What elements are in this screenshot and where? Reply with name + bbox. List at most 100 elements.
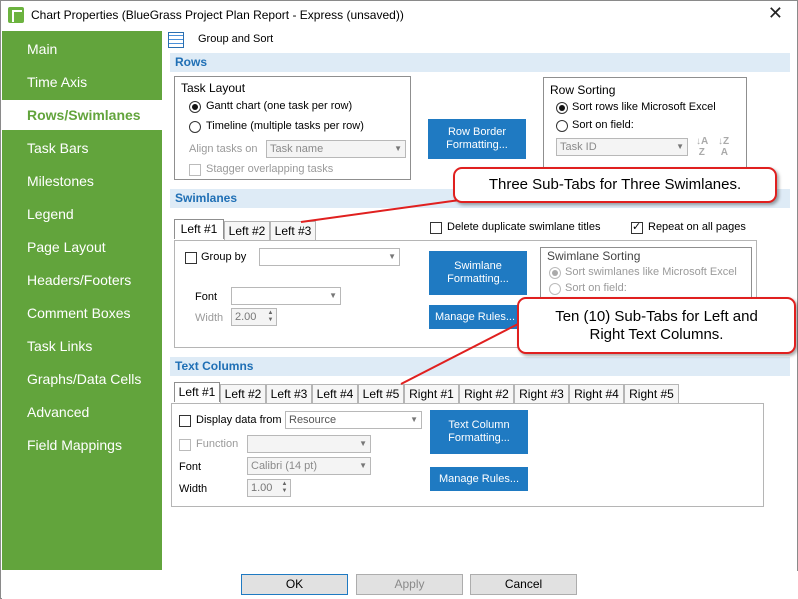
sort-descending-icon[interactable]: ↓Z A	[718, 136, 729, 158]
swimlane-sorting-title: Swimlane Sorting	[547, 249, 641, 263]
text-columns-callout-line2: Right Text Columns.	[589, 325, 724, 343]
tab-text-left-2[interactable]: Left #2	[220, 384, 266, 403]
spinner-arrows-icon[interactable]: ▲ ▼	[266, 310, 275, 324]
sidebar-item-rows-swimlanes[interactable]: Rows/Swimlanes	[2, 100, 162, 130]
sidebar-item-legend[interactable]: Legend	[2, 199, 162, 229]
sort-rows-field-label: Sort on field:	[572, 119, 634, 131]
group-by-checkbox[interactable]	[185, 252, 197, 264]
rows-section-header: Rows	[170, 53, 790, 72]
text-column-formatting-button[interactable]: Text Column Formatting...	[430, 410, 528, 454]
sidebar-item-comment-boxes[interactable]: Comment Boxes	[2, 298, 162, 328]
chevron-down-icon: ▼	[359, 461, 367, 470]
align-tasks-select[interactable]: Task name ▼	[266, 140, 406, 158]
sidebar-item-page-layout[interactable]: Page Layout	[2, 232, 162, 262]
swimlane-manage-rules-label: Manage Rules...	[434, 310, 516, 323]
sidebar-item-time-axis[interactable]: Time Axis	[2, 67, 162, 97]
swimlane-width-spinner[interactable]: 2.00 ▲ ▼	[231, 308, 277, 326]
tab-text-left-4[interactable]: Left #4	[312, 384, 358, 403]
sidebar-item-task-bars[interactable]: Task Bars	[2, 133, 162, 163]
tab-swimlane-left-1[interactable]: Left #1	[174, 219, 224, 239]
group-by-label: Group by	[201, 251, 247, 263]
swimlane-font-label: Font	[195, 291, 218, 303]
task-layout-group: Task Layout Gantt chart (one task per ro…	[174, 76, 411, 180]
ok-button[interactable]: OK	[241, 574, 348, 595]
sort-field-select[interactable]: Task ID ▼	[556, 138, 688, 156]
tab-text-right-1[interactable]: Right #1	[404, 384, 459, 403]
text-font-value: Calibri (14 pt)	[251, 460, 318, 472]
sidebar-item-graphs-data-cells[interactable]: Graphs/Data Cells	[2, 364, 162, 394]
sort-swimlanes-excel-label: Sort swimlanes like Microsoft Excel	[565, 266, 737, 278]
display-data-value: Resource	[289, 414, 337, 426]
chevron-down-icon: ▼	[410, 415, 418, 424]
stagger-label: Stagger overlapping tasks	[206, 163, 334, 175]
chevron-down-icon: ▼	[329, 291, 337, 300]
sort-swimlanes-field-radio[interactable]	[549, 283, 561, 295]
spinner-arrows-icon[interactable]: ▲ ▼	[280, 481, 289, 495]
sidebar: Main Time Axis Rows/Swimlanes Task Bars …	[2, 31, 162, 570]
tab-swimlane-left-2[interactable]: Left #2	[224, 221, 270, 240]
text-column-tab-panel: Display data from Resource ▼ Function ▼ …	[171, 403, 764, 507]
dialog-footer: OK Apply Cancel	[2, 571, 798, 599]
tab-text-left-5[interactable]: Left #5	[358, 384, 404, 403]
row-sorting-group: Row Sorting Sort rows like Microsoft Exc…	[543, 77, 747, 181]
sidebar-item-main[interactable]: Main	[2, 34, 162, 64]
align-tasks-label: Align tasks on	[189, 143, 258, 155]
swimlane-formatting-label: Swimlane Formatting...	[447, 260, 509, 285]
swimlane-width-label: Width	[195, 312, 224, 324]
align-tasks-value: Task name	[270, 143, 324, 155]
title-bar: Chart Properties (BlueGrass Project Plan…	[1, 1, 797, 29]
sort-ascending-icon[interactable]: ↓A Z	[696, 136, 708, 158]
group-by-select[interactable]: ▼	[259, 248, 400, 266]
timeline-radio-label: Timeline (multiple tasks per row)	[206, 120, 364, 132]
repeat-all-pages-checkbox[interactable]	[631, 220, 643, 234]
swimlane-callout-text: Three Sub-Tabs for Three Swimlanes.	[488, 176, 742, 193]
chevron-down-icon: ▼	[388, 252, 396, 261]
text-width-spinner[interactable]: 1.00 ▲ ▼	[247, 479, 291, 497]
apply-button[interactable]: Apply	[356, 574, 463, 595]
sort-swimlanes-excel-radio[interactable]	[549, 267, 561, 279]
display-data-label: Display data from	[196, 414, 282, 426]
text-width-value: 1.00	[251, 482, 273, 494]
row-border-formatting-button[interactable]: Row Border Formatting...	[428, 119, 526, 159]
display-data-select[interactable]: Resource ▼	[285, 411, 422, 429]
text-manage-rules-button[interactable]: Manage Rules...	[430, 467, 528, 491]
tab-text-left-3[interactable]: Left #3	[266, 384, 312, 403]
swimlane-font-select[interactable]: ▼	[231, 287, 341, 305]
swimlane-formatting-button[interactable]: Swimlane Formatting...	[429, 251, 527, 295]
sidebar-item-advanced[interactable]: Advanced	[2, 397, 162, 427]
close-icon[interactable]: ✕	[768, 4, 783, 22]
app-icon	[8, 7, 24, 23]
sort-rows-excel-radio[interactable]	[556, 102, 568, 114]
function-checkbox[interactable]	[179, 439, 191, 451]
sidebar-item-field-mappings[interactable]: Field Mappings	[2, 430, 162, 460]
tab-swimlane-left-3[interactable]: Left #3	[270, 221, 316, 240]
delete-duplicate-checkbox[interactable]	[430, 222, 442, 234]
tab-text-right-5[interactable]: Right #5	[624, 384, 679, 403]
sidebar-item-task-links[interactable]: Task Links	[2, 331, 162, 361]
tab-text-left-1[interactable]: Left #1	[174, 382, 220, 402]
row-sorting-title: Row Sorting	[550, 83, 616, 97]
swimlane-manage-rules-button[interactable]: Manage Rules...	[429, 305, 521, 329]
function-select[interactable]: ▼	[247, 435, 371, 453]
tab-text-right-2[interactable]: Right #2	[459, 384, 514, 403]
sort-rows-field-radio[interactable]	[556, 120, 568, 132]
text-font-label: Font	[179, 461, 202, 473]
sidebar-item-milestones[interactable]: Milestones	[2, 166, 162, 196]
swimlane-callout: Three Sub-Tabs for Three Swimlanes.	[453, 167, 777, 203]
repeat-all-pages-label: Repeat on all pages	[648, 221, 746, 233]
chevron-down-icon: ▼	[676, 142, 684, 151]
tab-text-right-3[interactable]: Right #3	[514, 384, 569, 403]
chart-properties-dialog: Chart Properties (BlueGrass Project Plan…	[0, 0, 798, 599]
text-font-select[interactable]: Calibri (14 pt) ▼	[247, 457, 371, 475]
tab-text-right-4[interactable]: Right #4	[569, 384, 624, 403]
display-data-checkbox[interactable]	[179, 415, 191, 427]
stagger-checkbox[interactable]	[189, 164, 201, 176]
gantt-radio[interactable]	[189, 101, 201, 113]
cancel-button[interactable]: Cancel	[470, 574, 577, 595]
sort-rows-excel-label: Sort rows like Microsoft Excel	[572, 101, 716, 113]
chevron-down-icon: ▼	[394, 144, 402, 153]
sidebar-item-headers-footers[interactable]: Headers/Footers	[2, 265, 162, 295]
timeline-radio[interactable]	[189, 121, 201, 133]
breadcrumb: Group and Sort	[198, 33, 274, 45]
sort-swimlanes-field-label: Sort on field:	[565, 282, 627, 294]
